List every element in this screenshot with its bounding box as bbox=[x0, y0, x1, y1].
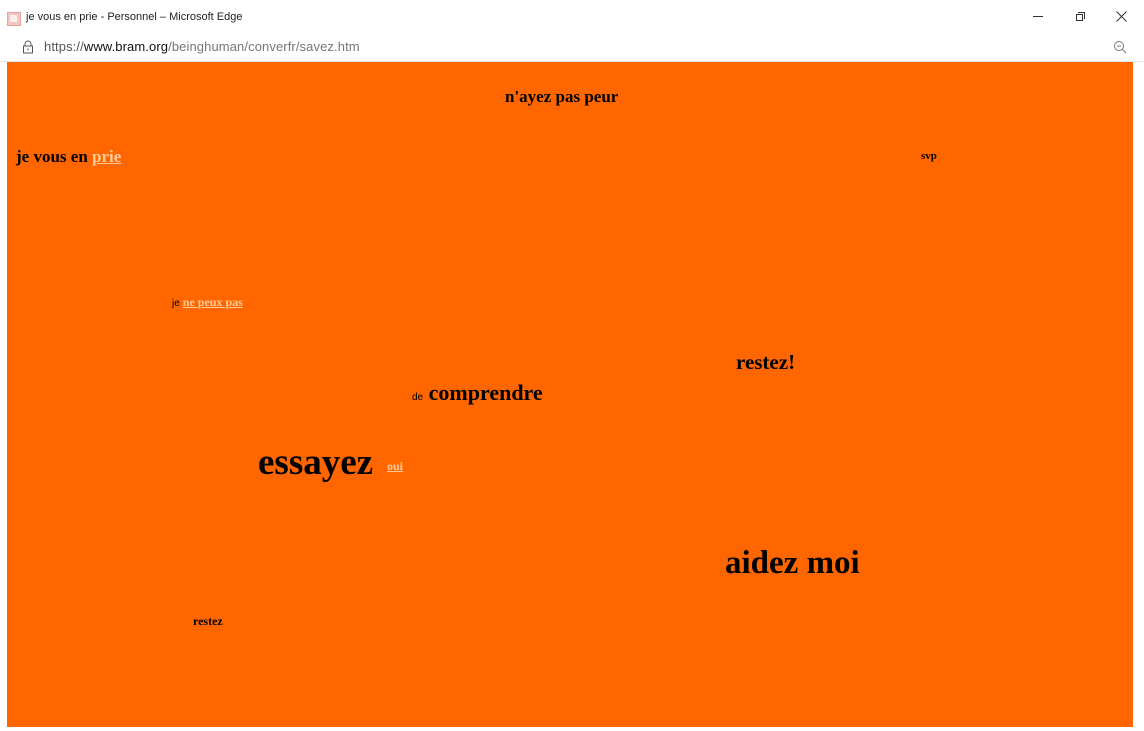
text-restez-exclaim: restez! bbox=[736, 350, 796, 374]
window-bottom-border bbox=[0, 727, 1144, 731]
text-nayez-pas-peur: n'ayez pas peur bbox=[505, 87, 619, 106]
text-restez: restez bbox=[193, 614, 223, 628]
minimize-button[interactable] bbox=[1015, 0, 1061, 33]
text-svp: svp bbox=[921, 150, 937, 162]
url-scheme: https:// bbox=[44, 39, 84, 54]
text-je: je bbox=[172, 298, 180, 309]
text-de: de bbox=[412, 392, 424, 403]
text-de-comprendre: de comprendre bbox=[412, 382, 543, 404]
link-oui[interactable]: oui bbox=[387, 460, 403, 472]
text-je-ne-peux-pas: je ne peux pas bbox=[172, 296, 243, 309]
browser-window: je vous en prie - Personnel – Microsoft … bbox=[0, 0, 1144, 731]
text-comprendre: comprendre bbox=[428, 380, 543, 405]
text-aidez-moi: aidez moi bbox=[725, 545, 860, 581]
close-button[interactable] bbox=[1098, 0, 1144, 33]
url-path: /beinghuman/converfr/savez.htm bbox=[168, 39, 360, 54]
text-je-vous-en: je vous en prie bbox=[16, 148, 121, 165]
title-bar: je vous en prie - Personnel – Microsoft … bbox=[0, 0, 1144, 33]
page-content: n'ayez pas peur je vous en prie svp je n… bbox=[7, 62, 1133, 727]
link-ne-peux-pas[interactable]: ne peux pas bbox=[183, 295, 243, 309]
url-host: www.bram.org bbox=[83, 39, 169, 54]
page-favicon-icon bbox=[7, 12, 21, 26]
restore-button[interactable] bbox=[1057, 0, 1103, 33]
link-prie[interactable]: prie bbox=[92, 147, 121, 166]
url-field[interactable]: https://www.bram.org/beinghuman/converfr… bbox=[44, 39, 360, 54]
text-essayez: essayez bbox=[258, 442, 374, 483]
window-title: je vous en prie - Personnel – Microsoft … bbox=[26, 11, 243, 23]
restore-icon bbox=[1075, 12, 1085, 21]
address-bar[interactable]: https://www.bram.org/beinghuman/converfr… bbox=[0, 33, 1144, 62]
lock-icon[interactable] bbox=[22, 40, 34, 54]
zoom-out-icon[interactable] bbox=[1113, 40, 1127, 54]
text-je-vous-en-label: je vous en bbox=[16, 147, 88, 166]
minimize-icon bbox=[1033, 16, 1043, 17]
close-icon bbox=[1115, 11, 1127, 22]
